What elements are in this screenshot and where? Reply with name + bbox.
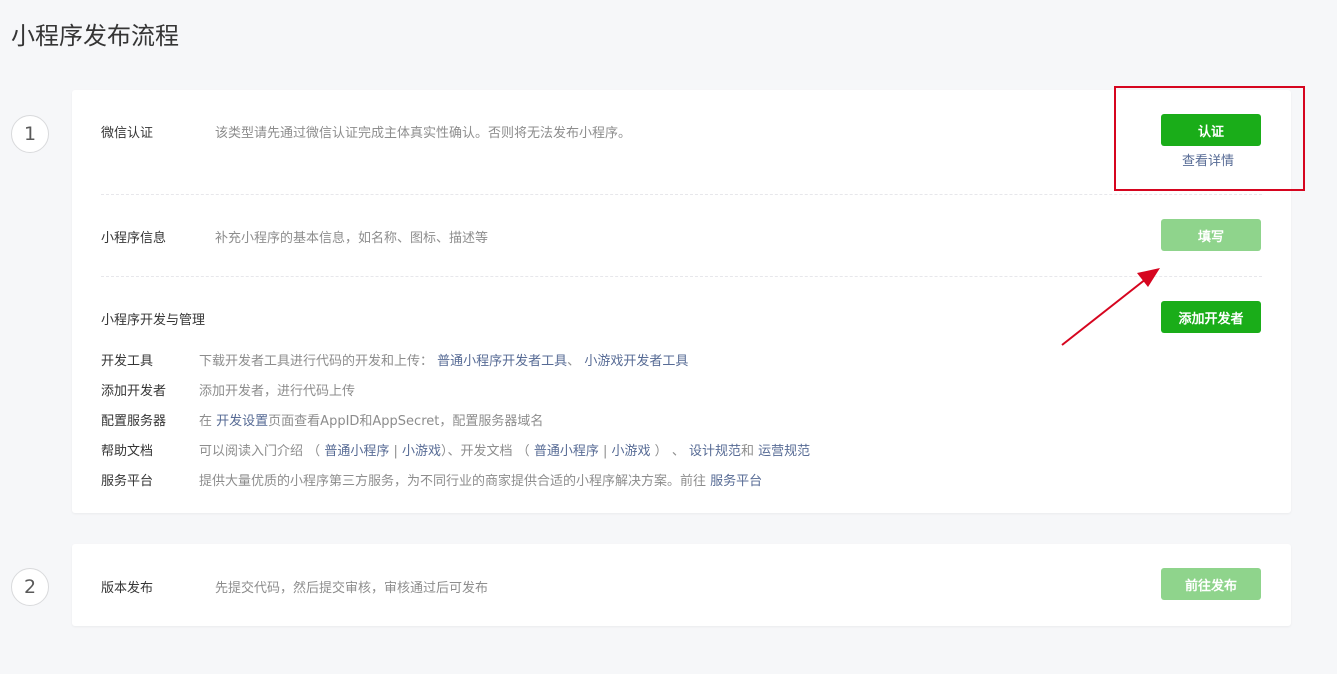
separator: 、 — [567, 354, 581, 369]
mini-game-devtools-link[interactable]: 小游戏开发者工具 — [584, 354, 688, 369]
and-text: 和 — [741, 444, 755, 459]
dev-section-title: 小程序开发与管理 — [101, 313, 206, 328]
release-label: 版本发布 — [101, 581, 154, 596]
paren-open: （ — [307, 444, 321, 459]
dev-tools-label: 开发工具 — [101, 354, 154, 369]
add-developer-button[interactable]: 添加开发者 — [1161, 301, 1261, 333]
service-platform-label: 服务平台 — [101, 474, 154, 489]
help-docs-row: 可以阅读入门介绍 （ 普通小程序 | 小游戏）、开发文档 （ 普通小程序 | 小… — [199, 440, 810, 459]
server-config-prefix: 在 — [199, 414, 213, 429]
service-platform-link[interactable]: 服务平台 — [710, 474, 762, 489]
go-release-button[interactable]: 前往发布 — [1161, 568, 1261, 600]
paren-close: ） — [654, 444, 668, 459]
pipe-separator: | — [602, 444, 608, 459]
help-docs-middle-text: ）、开发文档 — [441, 444, 513, 459]
add-developer-label: 添加开发者 — [101, 384, 167, 399]
info-description: 补充小程序的基本信息，如名称、图标、描述等 — [215, 231, 489, 246]
fill-in-button[interactable]: 填写 — [1161, 219, 1261, 251]
dev-tools-description: 下载开发者工具进行代码的开发和上传： — [199, 354, 434, 369]
step-number-1: 1 — [11, 115, 49, 153]
info-label: 小程序信息 — [101, 231, 167, 246]
step-2-card: 版本发布 先提交代码，然后提交审核，审核通过后可发布 前往发布 — [72, 544, 1291, 626]
docs-mini-game-link[interactable]: 小游戏 — [612, 444, 651, 459]
operation-guidelines-link[interactable]: 运营规范 — [758, 444, 810, 459]
verify-description: 该类型请先通过微信认证完成主体真实性确认。否则将无法发布小程序。 — [215, 126, 632, 141]
service-platform-row: 提供大量优质的小程序第三方服务，为不同行业的商家提供合适的小程序解决方案。前往 … — [199, 470, 762, 489]
server-config-suffix: 页面查看AppID和AppSecret，配置服务器域名 — [268, 414, 544, 429]
mini-program-devtools-link[interactable]: 普通小程序开发者工具 — [437, 354, 567, 369]
annotation-highlight-box — [1114, 86, 1305, 191]
separator: 、 — [671, 444, 685, 459]
server-config-label: 配置服务器 — [101, 414, 167, 429]
design-guidelines-link[interactable]: 设计规范 — [689, 444, 741, 459]
dev-tools-row: 下载开发者工具进行代码的开发和上传： 普通小程序开发者工具、 小游戏开发者工具 — [199, 350, 688, 369]
release-description: 先提交代码，然后提交审核，审核通过后可发布 — [215, 581, 489, 596]
add-developer-description: 添加开发者，进行代码上传 — [199, 384, 356, 399]
intro-mini-program-link[interactable]: 普通小程序 — [324, 444, 389, 459]
intro-mini-game-link[interactable]: 小游戏 — [402, 444, 441, 459]
paren-open: （ — [516, 444, 530, 459]
annotation-arrow — [1061, 268, 1160, 346]
verify-label: 微信认证 — [101, 126, 154, 141]
service-platform-description: 提供大量优质的小程序第三方服务，为不同行业的商家提供合适的小程序解决方案。前往 — [199, 474, 707, 489]
docs-mini-program-link[interactable]: 普通小程序 — [534, 444, 599, 459]
pipe-separator: | — [393, 444, 398, 459]
help-docs-label: 帮助文档 — [101, 444, 154, 459]
server-config-row: 在 开发设置页面查看AppID和AppSecret，配置服务器域名 — [199, 410, 543, 429]
step-number-2: 2 — [11, 568, 49, 606]
dev-settings-link[interactable]: 开发设置 — [216, 414, 268, 429]
help-intro-text: 可以阅读入门介绍 — [199, 444, 304, 459]
divider — [101, 194, 1262, 195]
page-title: 小程序发布流程 — [11, 22, 179, 50]
